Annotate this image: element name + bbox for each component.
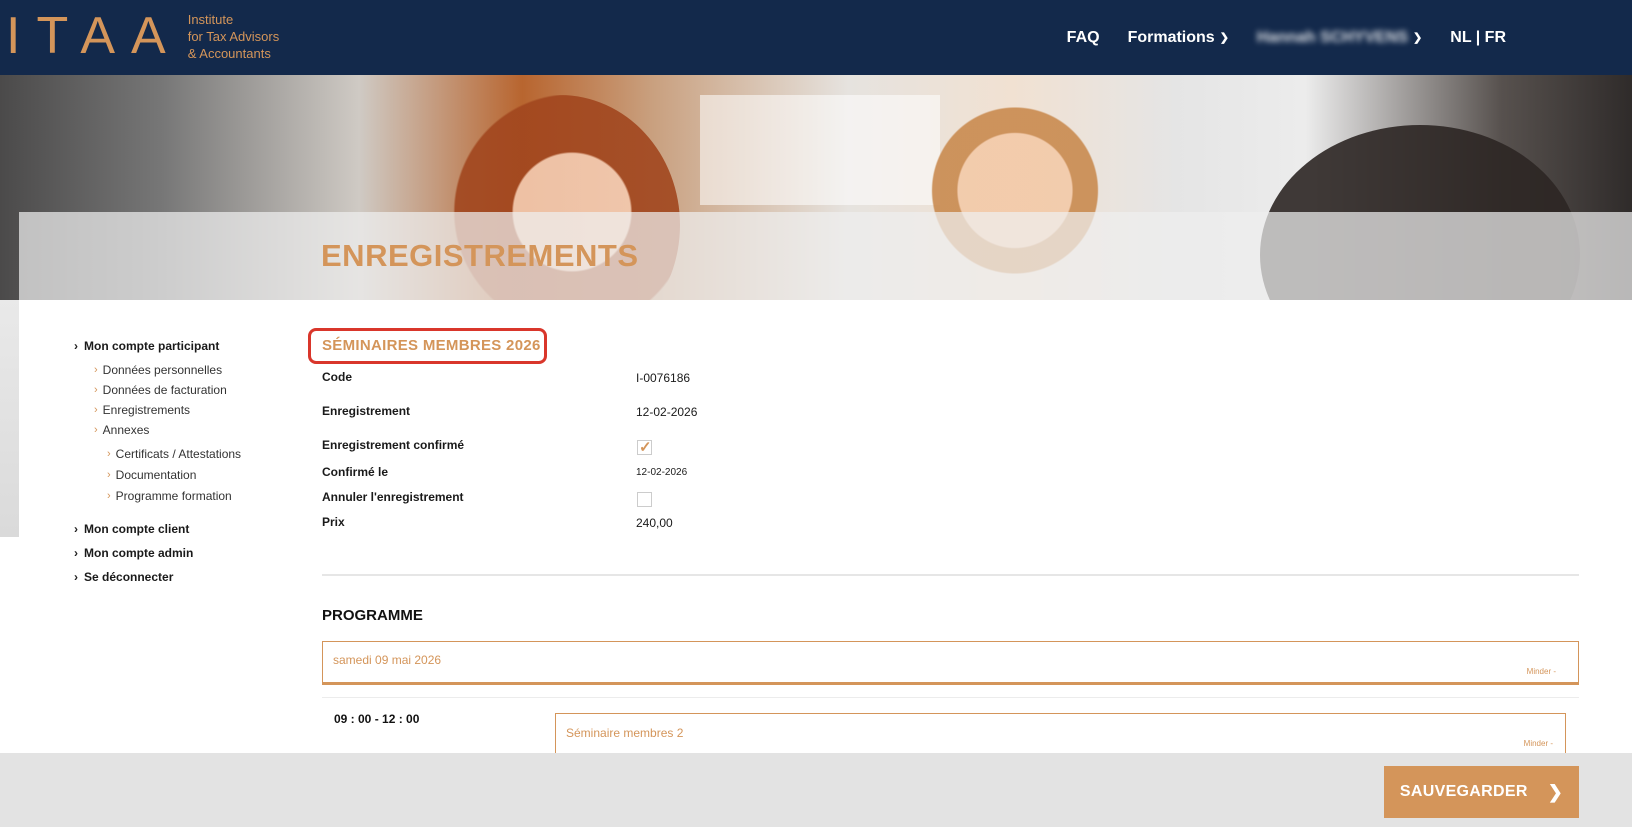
- sidebar-item-admin[interactable]: › Mon compte admin: [74, 545, 304, 561]
- sidebar-item-label: Documentation: [115, 468, 197, 482]
- nav-user-name: Hannah SCHYVENS: [1256, 28, 1409, 46]
- chevron-down-icon: ❯: [1219, 32, 1229, 44]
- nav-faq[interactable]: FAQ: [1067, 29, 1100, 47]
- confirmed-on-label: Confirmé le: [322, 465, 389, 479]
- code-value: I-0076186: [636, 371, 691, 385]
- chevron-right-icon: ›: [74, 339, 78, 353]
- chevron-right-icon: ›: [74, 570, 78, 584]
- nav-formations-label: Formations: [1127, 28, 1215, 46]
- chevron-right-icon: ›: [94, 364, 98, 376]
- sidebar-item-billing-data[interactable]: › Données de facturation: [74, 382, 304, 398]
- sidebar-item-personal-data[interactable]: › Données personnelles: [74, 362, 304, 378]
- nav-lang-label: NL | FR: [1450, 28, 1506, 46]
- logo-text: Institute for Tax Advisors & Accountants: [188, 11, 280, 62]
- sidebar-item-label: Certificats / Attestations: [115, 447, 242, 461]
- sidebar-item-logout[interactable]: › Se déconnecter: [74, 569, 304, 585]
- registration-value: 12-02-2026: [636, 405, 698, 419]
- sidebar-item-label: Se déconnecter: [84, 570, 174, 584]
- nav-language-switch[interactable]: NL | FR: [1450, 29, 1506, 47]
- programme-day-panel[interactable]: samedi 09 mai 2026 Minder -: [322, 641, 1579, 685]
- chevron-right-icon: ›: [94, 424, 98, 436]
- session-collapse-toggle[interactable]: Minder -: [1524, 739, 1553, 748]
- page-title: ENREGISTREMENTS: [321, 238, 639, 273]
- sidebar-item-label: Mon compte participant: [84, 339, 220, 353]
- sidebar-item-documentation[interactable]: › Documentation: [74, 467, 304, 483]
- sidebar-item-annexes[interactable]: › Annexes: [74, 422, 304, 438]
- save-button[interactable]: SAUVEGARDER ❯: [1384, 766, 1579, 818]
- sidebar-item-registrations[interactable]: › Enregistrements: [74, 402, 304, 418]
- price-label: Prix: [322, 515, 345, 529]
- top-navbar: ITAA Institute for Tax Advisors & Accoun…: [0, 0, 1632, 75]
- confirmed-label: Enregistrement confirmé: [322, 438, 465, 452]
- session-label: Séminaire membres 2: [566, 726, 684, 740]
- sidebar-item-label: Annexes: [102, 423, 150, 437]
- section-title: SÉMINAIRES MEMBRES 2026: [322, 337, 541, 354]
- logo-mark: ITAA: [6, 7, 182, 65]
- sidebar-item-label: Enregistrements: [102, 403, 191, 417]
- logo-line-1: Institute: [187, 11, 234, 27]
- confirmed-checkbox[interactable]: [637, 438, 652, 456]
- sidebar-item-label: Mon compte admin: [84, 546, 194, 560]
- programme-title: PROGRAMME: [322, 607, 423, 624]
- programme-day-label: samedi 09 mai 2026: [333, 653, 442, 667]
- section-divider: [322, 574, 1579, 576]
- chevron-right-icon: ›: [94, 404, 98, 416]
- hero-title-overlay: [19, 212, 1632, 300]
- sidebar-item-label: Mon compte client: [84, 522, 190, 536]
- itaa-logo[interactable]: ITAA Institute for Tax Advisors & Accoun…: [6, 10, 279, 62]
- chevron-right-icon: ›: [107, 490, 111, 502]
- sidebar-item-label: Données personnelles: [102, 363, 223, 377]
- sidebar-item-label: Données de facturation: [102, 383, 227, 397]
- logo-line-3: & Accountants: [187, 45, 271, 61]
- hero-decoration: [700, 95, 940, 205]
- price-value: 240,00: [636, 516, 673, 530]
- confirmed-on-value: 12-02-2026: [636, 467, 688, 478]
- nav-user-menu[interactable]: Hannah SCHYVENS ❯: [1257, 29, 1422, 47]
- sidebar-item-client[interactable]: › Mon compte client: [74, 521, 304, 537]
- collapse-toggle[interactable]: Minder -: [1527, 667, 1556, 676]
- save-button-label: SAUVEGARDER: [1399, 783, 1528, 800]
- logo-line-2: for Tax Advisors: [187, 28, 280, 44]
- main-nav: FAQ Formations ❯ Hannah SCHYVENS ❯ NL | FR: [1067, 0, 1632, 75]
- sidebar-item-certificates[interactable]: › Certificats / Attestations: [74, 446, 304, 462]
- chevron-right-icon: ❯: [1547, 781, 1564, 802]
- sidebar-item-participant[interactable]: › Mon compte participant: [74, 338, 304, 354]
- chevron-right-icon: ›: [107, 448, 111, 460]
- chevron-down-icon: ❯: [1413, 32, 1423, 44]
- cancel-registration-checkbox[interactable]: [637, 492, 652, 507]
- nav-formations[interactable]: Formations ❯: [1128, 29, 1229, 47]
- left-decor-strip: [0, 300, 19, 537]
- chevron-right-icon: ›: [74, 546, 78, 560]
- cancel-label: Annuler l'enregistrement: [322, 490, 464, 504]
- code-label: Code: [322, 370, 352, 384]
- sidebar-item-label: Programme formation: [115, 489, 232, 503]
- session-time: 09 : 00 - 12 : 00: [334, 712, 420, 726]
- account-sidebar: › Mon compte participant › Données perso…: [74, 338, 304, 585]
- programme-divider: [322, 697, 1579, 698]
- chevron-right-icon: ›: [94, 384, 98, 396]
- nav-faq-label: FAQ: [1066, 28, 1100, 46]
- chevron-right-icon: ›: [107, 469, 111, 481]
- chevron-right-icon: ›: [74, 522, 78, 536]
- registration-label: Enregistrement: [322, 404, 411, 418]
- sidebar-item-programme-formation[interactable]: › Programme formation: [74, 488, 304, 504]
